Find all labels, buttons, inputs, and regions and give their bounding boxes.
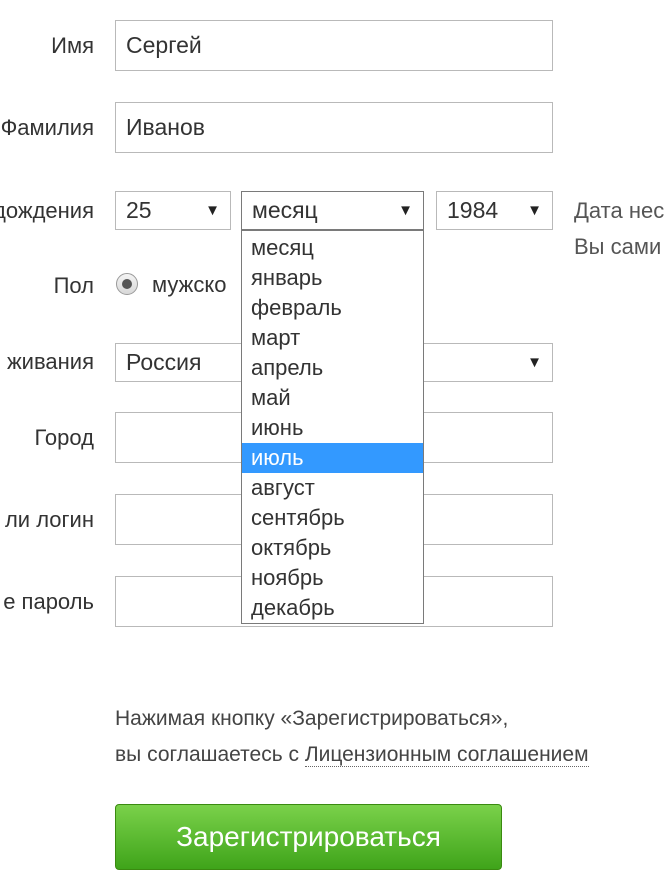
month-option[interactable]: месяц — [242, 233, 423, 263]
last-name-input[interactable]: Иванов — [115, 102, 553, 153]
login-label: ли логин — [4, 507, 94, 532]
month-option[interactable]: январь — [242, 263, 423, 293]
month-dropdown-list[interactable]: месяц январь февраль март апрель май июнь июль а… — [241, 230, 424, 624]
chevron-down-icon: ▼ — [527, 202, 542, 219]
register-button[interactable]: Зарегистрироваться — [115, 804, 502, 870]
gender-label: Пол — [53, 273, 94, 298]
month-option[interactable]: март — [242, 323, 423, 353]
birth-year-select[interactable]: 1984 ▼ — [436, 191, 553, 230]
month-option[interactable]: ноябрь — [242, 563, 423, 593]
month-option[interactable]: февраль — [242, 293, 423, 323]
birth-month-value: месяц — [252, 197, 318, 223]
month-option[interactable]: сентябрь — [242, 503, 423, 533]
license-agreement-link[interactable]: Лицензионным соглашением — [304, 743, 589, 767]
first-name-value: Сергей — [126, 32, 202, 58]
chevron-down-icon: ▼ — [527, 354, 542, 371]
month-option[interactable]: апрель — [242, 353, 423, 383]
birth-date-label: дождения — [0, 198, 94, 223]
month-option[interactable]: август — [242, 473, 423, 503]
first-name-input[interactable]: Сергей — [115, 20, 553, 71]
agreement-prefix: вы соглашаетесь с — [115, 743, 305, 766]
month-option[interactable]: май — [242, 383, 423, 413]
gender-male-label[interactable]: мужско — [152, 272, 226, 298]
gender-male-radio[interactable] — [116, 273, 138, 295]
city-label: Город — [34, 425, 94, 450]
birth-date-note-line1: Дата нес — [574, 198, 665, 223]
birth-day-value: 25 — [126, 197, 152, 223]
last-name-label: Фамилия — [0, 115, 94, 140]
agreement-line1: Нажимая кнопку «Зарегистрироваться», — [115, 707, 509, 730]
country-label: живания — [6, 349, 94, 374]
register-button-label: Зарегистрироваться — [176, 821, 441, 852]
birth-month-select[interactable]: месяц ▼ — [241, 191, 424, 230]
chevron-down-icon: ▼ — [205, 202, 220, 219]
month-option[interactable]: октябрь — [242, 533, 423, 563]
first-name-label: Имя — [51, 33, 94, 58]
chevron-down-icon: ▼ — [398, 202, 413, 219]
password-label: е пароль — [3, 589, 94, 614]
birth-date-note-line2: Вы сами — [574, 234, 662, 259]
birth-year-value: 1984 — [447, 197, 499, 223]
month-option[interactable]: июнь — [242, 413, 423, 443]
month-option[interactable]: июль — [242, 443, 423, 473]
month-option[interactable]: декабрь — [242, 593, 423, 623]
last-name-value: Иванов — [126, 114, 205, 140]
agreement-line2: вы соглашаетесь с Лицензионным соглашени… — [115, 743, 589, 767]
country-value: Россия — [126, 349, 202, 375]
birth-day-select[interactable]: 25 ▼ — [115, 191, 231, 230]
radio-dot-icon — [122, 279, 132, 289]
